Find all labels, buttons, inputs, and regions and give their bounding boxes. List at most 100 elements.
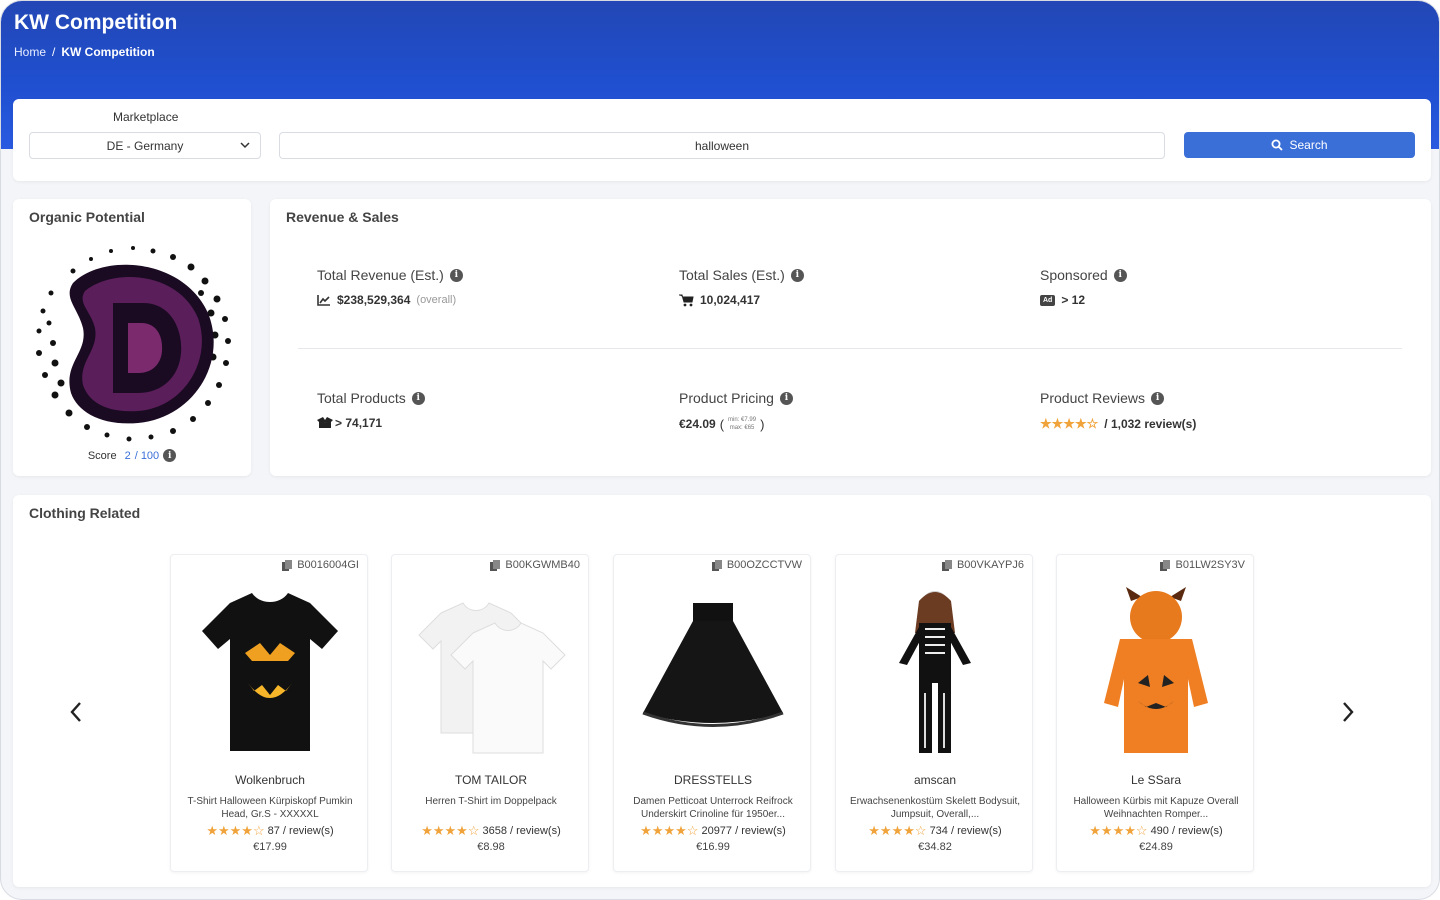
product-rating: ★★★★☆ 3658 / review(s): [392, 823, 590, 839]
metric-product-pricing: Product Pricing i €24.09 ( min: €7.99 max…: [679, 390, 793, 432]
page-title: KW Competition: [14, 11, 178, 34]
product-image[interactable]: [855, 583, 1015, 758]
product-card[interactable]: B00OZCCTVW DRESSTELLS Damen Petticoat Unte…: [613, 554, 811, 872]
copy-icon[interactable]: [941, 559, 953, 571]
asin-label[interactable]: B00VKAYPJ6: [941, 559, 1024, 571]
asin-value: B00VKAYPJ6: [956, 559, 1024, 571]
chevron-down-icon: [240, 142, 250, 149]
price-max: max: €65: [729, 425, 755, 431]
clothing-related-title: Clothing Related: [29, 505, 141, 521]
product-reviews-label: Product Reviews: [1040, 390, 1146, 406]
search-button-label: Search: [1289, 138, 1328, 152]
product-price: €8.98: [477, 841, 505, 853]
star-rating-icon: ★★★★☆: [206, 823, 265, 838]
product-brand: DRESSTELLS: [673, 773, 753, 787]
breadcrumb-home[interactable]: Home: [14, 45, 46, 59]
breadcrumb-separator: /: [52, 45, 56, 59]
product-rating: ★★★★☆ 490 / review(s): [1057, 823, 1255, 839]
revenue-sales-title: Revenue & Sales: [286, 209, 399, 225]
info-icon[interactable]: i: [163, 449, 177, 462]
copy-icon[interactable]: [711, 559, 723, 571]
product-image[interactable]: [411, 583, 571, 758]
info-icon[interactable]: i: [411, 391, 425, 405]
product-pricing-label: Product Pricing: [679, 390, 774, 406]
score-max: / 100: [134, 449, 160, 462]
chevron-right-icon[interactable]: [1337, 695, 1359, 729]
organic-potential-card: Organic Potential Score 2 / 100 i: [13, 199, 251, 476]
total-products-value: > 74,171: [335, 416, 383, 430]
metric-total-sales: Total Sales (Est.) i 10,024,417: [679, 267, 804, 307]
asin-label[interactable]: B00KGWMB40: [490, 559, 580, 571]
total-revenue-sub: (overall): [416, 294, 457, 306]
product-title[interactable]: Halloween Kürbis mit Kapuze Overall Weih…: [1069, 795, 1243, 821]
star-rating-icon: ★★★★☆: [868, 823, 927, 838]
asin-value: B01LW2SY3V: [1175, 559, 1245, 571]
info-icon[interactable]: i: [1113, 268, 1127, 282]
marketplace-value: DE - Germany: [106, 138, 184, 153]
ad-badge-icon: Ad: [1040, 294, 1056, 306]
product-card[interactable]: B00VKAYPJ6 amscan Erwachsenenkostüm Skelet…: [835, 554, 1033, 872]
product-reviews-value: / 1,032 review(s): [1104, 417, 1197, 431]
product-brand: amscan: [913, 773, 957, 787]
info-icon[interactable]: i: [449, 268, 463, 282]
product-card[interactable]: B01LW2SY3V Le SSara Halloween Kürbis mit K…: [1056, 554, 1254, 872]
product-pricing-value: €24.09: [679, 417, 716, 431]
chevron-left-icon[interactable]: [65, 695, 87, 729]
product-brand: TOM TAILOR: [454, 773, 527, 787]
product-image[interactable]: [1076, 583, 1236, 758]
product-card[interactable]: B0016004GI Wolkenbruch T-Shirt Halloween K…: [170, 554, 368, 872]
search-button[interactable]: Search: [1184, 132, 1415, 158]
asin-value: B00KGWMB40: [505, 559, 580, 571]
asin-label[interactable]: B00OZCCTVW: [711, 559, 802, 571]
asin-value: B00OZCCTVW: [726, 559, 802, 571]
copy-icon[interactable]: [282, 559, 293, 571]
product-title[interactable]: Erwachsenenkostüm Skelett Bodysuit, Jump…: [848, 795, 1022, 821]
breadcrumb: Home / KW Competition: [14, 45, 155, 59]
copy-icon[interactable]: [1160, 559, 1171, 571]
metric-sponsored: Sponsored i Ad > 12: [1040, 267, 1127, 307]
total-sales-value: 10,024,417: [700, 293, 761, 307]
app-window: KW Competition Home / KW Competition Mar…: [0, 0, 1440, 900]
product-card[interactable]: B00KGWMB40 TOM TAILOR Herren T-Shirt im Do…: [391, 554, 589, 872]
metric-total-revenue: Total Revenue (Est.) i $238,529,364 (over…: [317, 267, 463, 307]
organic-score: Score 2 / 100 i: [13, 449, 251, 462]
info-icon[interactable]: i: [790, 268, 804, 282]
product-reviews: 20977 / review(s): [701, 825, 786, 837]
product-title[interactable]: Herren T-Shirt im Doppelpack: [404, 795, 578, 808]
marketplace-label: Marketplace: [113, 110, 179, 124]
search-card: Marketplace DE - Germany Search: [13, 99, 1431, 181]
star-rating-icon: ★★★★☆: [421, 823, 480, 838]
asin-label[interactable]: B01LW2SY3V: [1160, 559, 1245, 571]
star-rating-icon: ★★★★☆: [640, 823, 699, 838]
product-reviews: 734 / review(s): [929, 825, 1002, 837]
product-price: €17.99: [253, 841, 287, 853]
divider: [298, 348, 1402, 349]
info-icon[interactable]: i: [779, 391, 793, 405]
line-chart-icon: [317, 295, 330, 306]
price-range: min: €7.99 max: €65: [728, 416, 756, 432]
metric-product-reviews: Product Reviews i ★★★★☆ / 1,032 review(s): [1040, 390, 1196, 432]
keyword-input[interactable]: [279, 132, 1165, 159]
info-icon[interactable]: i: [1151, 391, 1165, 405]
product-brand: Wolkenbruch: [235, 773, 305, 787]
product-image[interactable]: [633, 583, 793, 758]
brand-logo-illustration: [36, 246, 231, 442]
asin-label[interactable]: B0016004GI: [282, 559, 359, 571]
star-rating-icon: ★★★★☆: [1040, 416, 1099, 431]
shopping-cart-icon: [679, 294, 694, 306]
sponsored-label: Sponsored: [1040, 267, 1108, 283]
product-reviews: 3658 / review(s): [482, 825, 561, 837]
product-image[interactable]: [190, 583, 350, 758]
paren-open: (: [719, 416, 725, 432]
organic-potential-title: Organic Potential: [29, 209, 145, 225]
search-icon: [1271, 139, 1284, 151]
clothing-related-card: Clothing Related B0016004GI Wolkenbruch T-…: [13, 495, 1431, 887]
total-products-label: Total Products: [317, 390, 406, 406]
breadcrumb-current: KW Competition: [61, 45, 155, 59]
product-title[interactable]: T-Shirt Halloween Kürpiskopf Pumkin Head…: [183, 795, 357, 821]
copy-icon[interactable]: [490, 559, 501, 571]
product-price: €16.99: [696, 841, 730, 853]
box-open-icon: [317, 417, 333, 428]
marketplace-select[interactable]: DE - Germany: [29, 132, 261, 159]
product-title[interactable]: Damen Petticoat Unterrock Reifrock Under…: [626, 795, 800, 821]
